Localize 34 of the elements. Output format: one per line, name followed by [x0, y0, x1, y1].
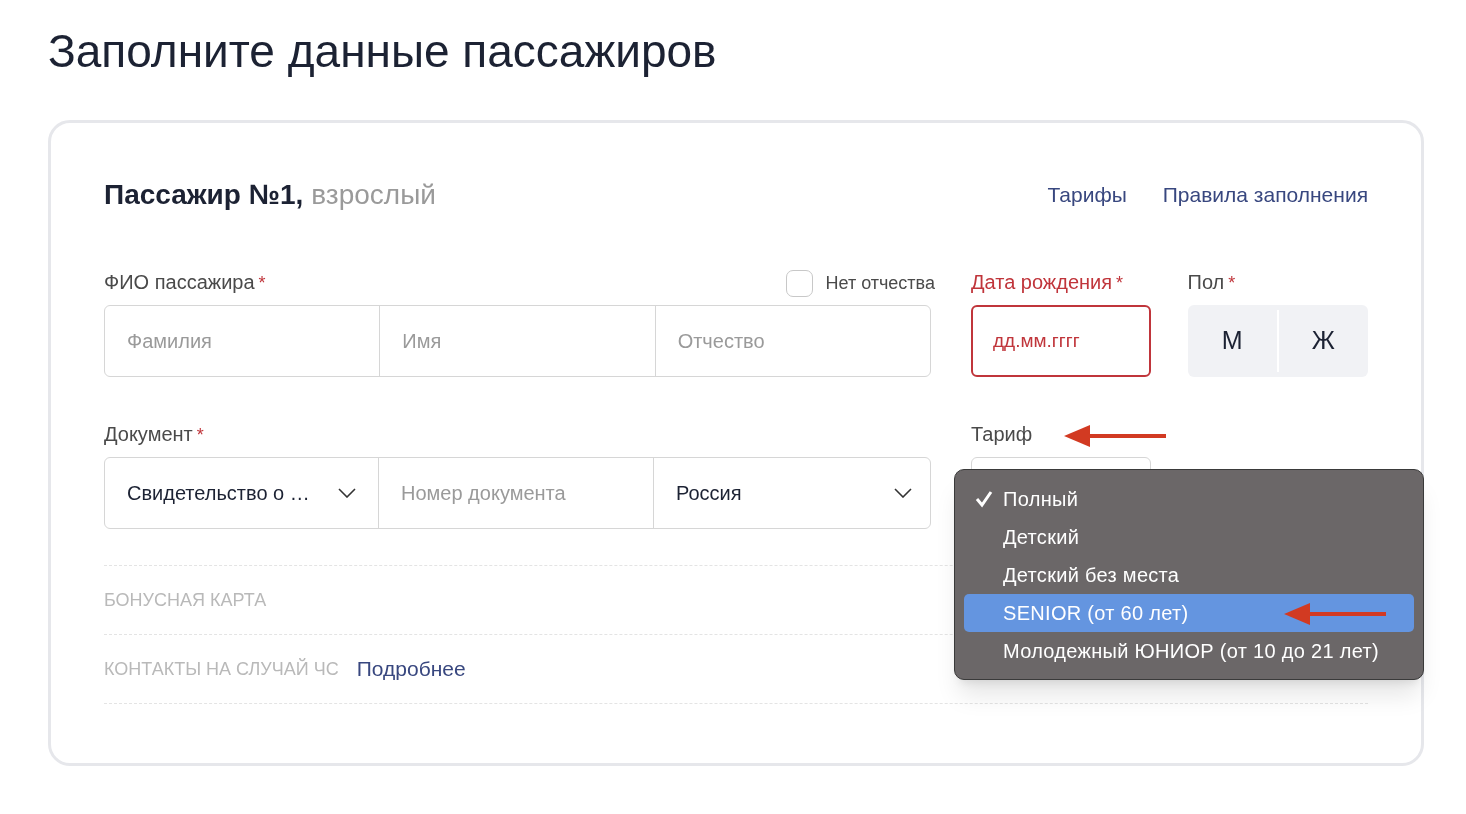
header-link[interactable]: Правила заполнения	[1162, 179, 1368, 211]
required-mark: *	[1228, 272, 1236, 295]
field-label: Документ	[104, 422, 193, 447]
menu-item[interactable]: Детский без места	[964, 556, 1414, 594]
menu-item[interactable]: Полный	[964, 480, 1414, 518]
name-input[interactable]: Фамилия	[104, 305, 381, 377]
country-select[interactable]: Россия	[653, 457, 931, 529]
date-input[interactable]: дд.мм.гггг	[971, 305, 1151, 377]
field-label: Пол	[1187, 270, 1225, 295]
passenger-title: Пассажир №1,	[104, 178, 304, 212]
required-mark: *	[1116, 272, 1124, 295]
field-label: Дата рождения	[971, 270, 1113, 295]
checkmark-icon	[974, 490, 993, 508]
document-number-input[interactable]: Номер документа	[378, 457, 654, 529]
chevron-down-icon	[338, 488, 356, 498]
name-input[interactable]: Имя	[379, 305, 656, 377]
gender-option[interactable]: Ж	[1278, 305, 1368, 377]
document-type-select[interactable]: Свидетельство о …	[104, 457, 379, 529]
gender-option[interactable]: М	[1187, 305, 1277, 377]
menu-item[interactable]: Молодежный ЮНИОР (от 10 до 21 лет)	[964, 632, 1414, 670]
field-label: Тариф	[971, 422, 1033, 447]
required-mark: *	[258, 272, 266, 295]
name-input[interactable]: Отчество	[654, 305, 931, 377]
more-link[interactable]: Подробнее	[356, 653, 466, 685]
checkbox[interactable]	[786, 270, 814, 297]
chevron-down-icon	[894, 488, 912, 498]
section-title: БОНУСНАЯ КАРТА	[104, 588, 267, 612]
field-label: ФИО пассажира	[104, 270, 255, 295]
passenger-type: взрослый	[311, 178, 436, 212]
section-title: КОНТАКТЫ НА СЛУЧАЙ ЧС	[104, 657, 339, 681]
header-link[interactable]: Тарифы	[1047, 179, 1127, 211]
checkbox-label: Нет отчества	[825, 272, 935, 295]
required-mark: *	[196, 424, 204, 447]
menu-item[interactable]: Детский	[964, 518, 1414, 556]
